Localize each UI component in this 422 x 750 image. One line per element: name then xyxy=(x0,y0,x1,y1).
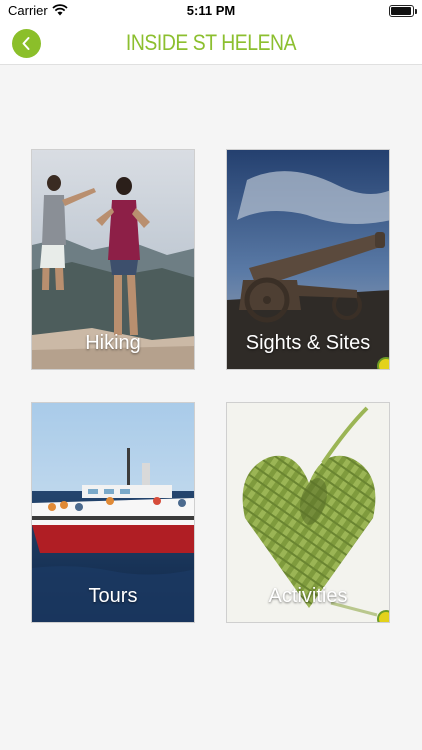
navigation-bar: INSIDE ST HELENA xyxy=(0,22,422,65)
tile-tours[interactable]: Tours xyxy=(31,402,195,623)
status-bar: Carrier 5:11 PM xyxy=(0,0,422,22)
tile-label: Tours xyxy=(88,585,138,607)
corner-badge xyxy=(377,357,389,369)
battery-icon xyxy=(389,5,417,17)
tile-label: Activities xyxy=(268,585,348,607)
clock-time: 5:11 PM xyxy=(186,3,236,18)
app-title: INSIDE ST HELENA xyxy=(125,30,297,55)
tile-label: Sights & Sites xyxy=(245,332,371,354)
tile-activities[interactable]: Activities xyxy=(226,402,390,623)
tile-label: Hiking xyxy=(85,332,141,354)
corner-badge xyxy=(377,610,389,622)
tile-sights-and-sites[interactable]: Sights & Sites xyxy=(226,149,390,370)
tile-hiking[interactable]: Hiking xyxy=(31,149,195,370)
